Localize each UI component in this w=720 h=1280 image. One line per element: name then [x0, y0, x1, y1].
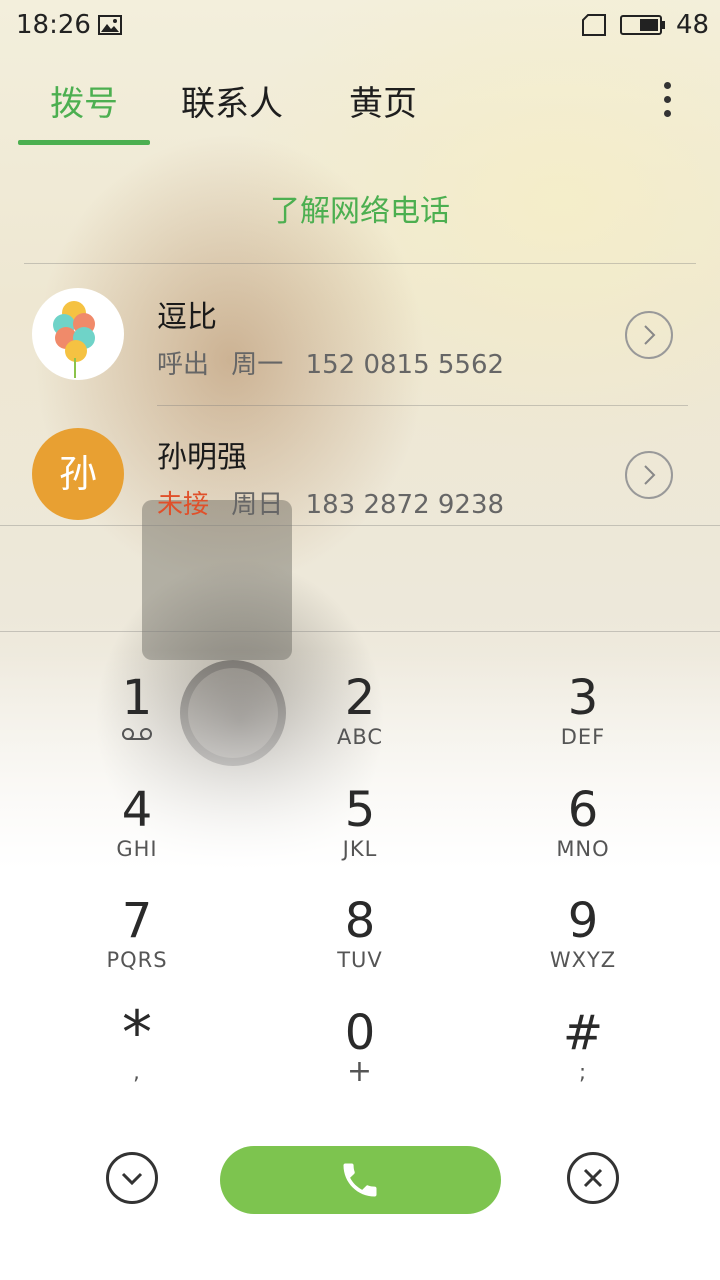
key-digit: 1	[121, 670, 153, 726]
key-letters: ,	[133, 1060, 141, 1084]
phone-icon	[343, 1163, 377, 1197]
key-digit: *	[122, 998, 152, 1068]
battery-icon	[620, 15, 665, 35]
divider	[0, 525, 720, 526]
keypad-divider	[0, 631, 720, 632]
key-digit: 9	[567, 893, 599, 949]
divider	[24, 263, 696, 264]
key-digit: #	[562, 1005, 604, 1061]
key-digit: 7	[121, 893, 153, 949]
key-6[interactable]: 6 MNO	[483, 784, 683, 884]
call-meta: 未接 周日 183 2872 9238	[157, 484, 518, 521]
key-digit: 0	[344, 1005, 376, 1061]
key-star[interactable]: * ,	[37, 998, 237, 1107]
key-letters: TUV	[337, 948, 383, 972]
battery-level: 48	[676, 10, 710, 40]
voicemail-icon	[122, 728, 152, 740]
tab-indicator	[18, 140, 150, 145]
more-icon[interactable]	[652, 80, 682, 120]
key-5[interactable]: 5 JKL	[260, 784, 460, 884]
key-2[interactable]: 2 ABC	[260, 672, 460, 772]
call-number: 183 2872 9238	[305, 490, 505, 520]
chevron-right-icon	[644, 465, 656, 485]
key-letters: JKL	[342, 837, 378, 861]
delete-button[interactable]	[567, 1152, 619, 1204]
contact-name: 孙明强	[157, 440, 247, 475]
call-log-item[interactable]: 逗比 呼出 周一 152 0815 5562	[0, 266, 720, 406]
key-digit: 3	[567, 670, 599, 726]
key-digit: 5	[344, 782, 376, 838]
delete-icon	[583, 1168, 603, 1188]
status-time: 18:26	[16, 10, 91, 40]
call-type: 呼出	[157, 350, 210, 380]
gallery-icon	[98, 15, 122, 35]
key-digit: 2	[344, 670, 376, 726]
call-day: 周一	[231, 350, 284, 380]
dialer-actions	[0, 1140, 720, 1220]
tab-yellow-pages[interactable]: 黄页	[349, 76, 417, 125]
balloons-avatar-icon	[53, 301, 95, 378]
avatar	[32, 288, 124, 380]
collapse-keypad-button[interactable]	[106, 1152, 158, 1204]
tab-dial[interactable]: 拨号	[50, 76, 118, 125]
chevron-down-icon	[121, 1172, 143, 1186]
key-letters: DEF	[560, 725, 606, 749]
avatar: 孙	[32, 428, 124, 520]
key-digit: 4	[121, 782, 153, 838]
key-letters: ABC	[336, 725, 384, 749]
call-button[interactable]	[220, 1146, 501, 1214]
key-digit: 8	[344, 893, 376, 949]
key-1[interactable]: 1	[37, 672, 237, 772]
key-letters: +	[346, 1054, 374, 1089]
key-8[interactable]: 8 TUV	[260, 895, 460, 995]
key-hash[interactable]: # ;	[483, 1007, 683, 1107]
contact-name: 逗比	[157, 300, 217, 335]
key-0[interactable]: 0 +	[260, 1007, 460, 1107]
key-9[interactable]: 9 WXYZ	[483, 895, 683, 995]
key-letters: MNO	[556, 837, 610, 861]
sim-icon	[582, 14, 606, 36]
contact-detail-button[interactable]	[625, 451, 673, 499]
chevron-right-icon	[644, 325, 656, 345]
contact-detail-button[interactable]	[625, 311, 673, 359]
tab-contacts[interactable]: 联系人	[181, 76, 283, 125]
key-letters: ;	[578, 1060, 588, 1084]
call-day: 周日	[231, 490, 284, 520]
key-4[interactable]: 4 GHI	[37, 784, 237, 884]
key-digit: 6	[567, 782, 599, 838]
key-letters: GHI	[116, 837, 158, 861]
key-7[interactable]: 7 PQRS	[37, 895, 237, 995]
network-call-link[interactable]: 了解网络电话	[0, 186, 720, 230]
key-3[interactable]: 3 DEF	[483, 672, 683, 772]
call-type-missed: 未接	[157, 490, 210, 520]
call-meta: 呼出 周一 152 0815 5562	[157, 344, 518, 381]
key-letters: WXYZ	[549, 948, 617, 972]
status-bar: 18:26 48	[0, 0, 720, 52]
call-number: 152 0815 5562	[305, 350, 505, 380]
key-letters: PQRS	[106, 948, 168, 972]
